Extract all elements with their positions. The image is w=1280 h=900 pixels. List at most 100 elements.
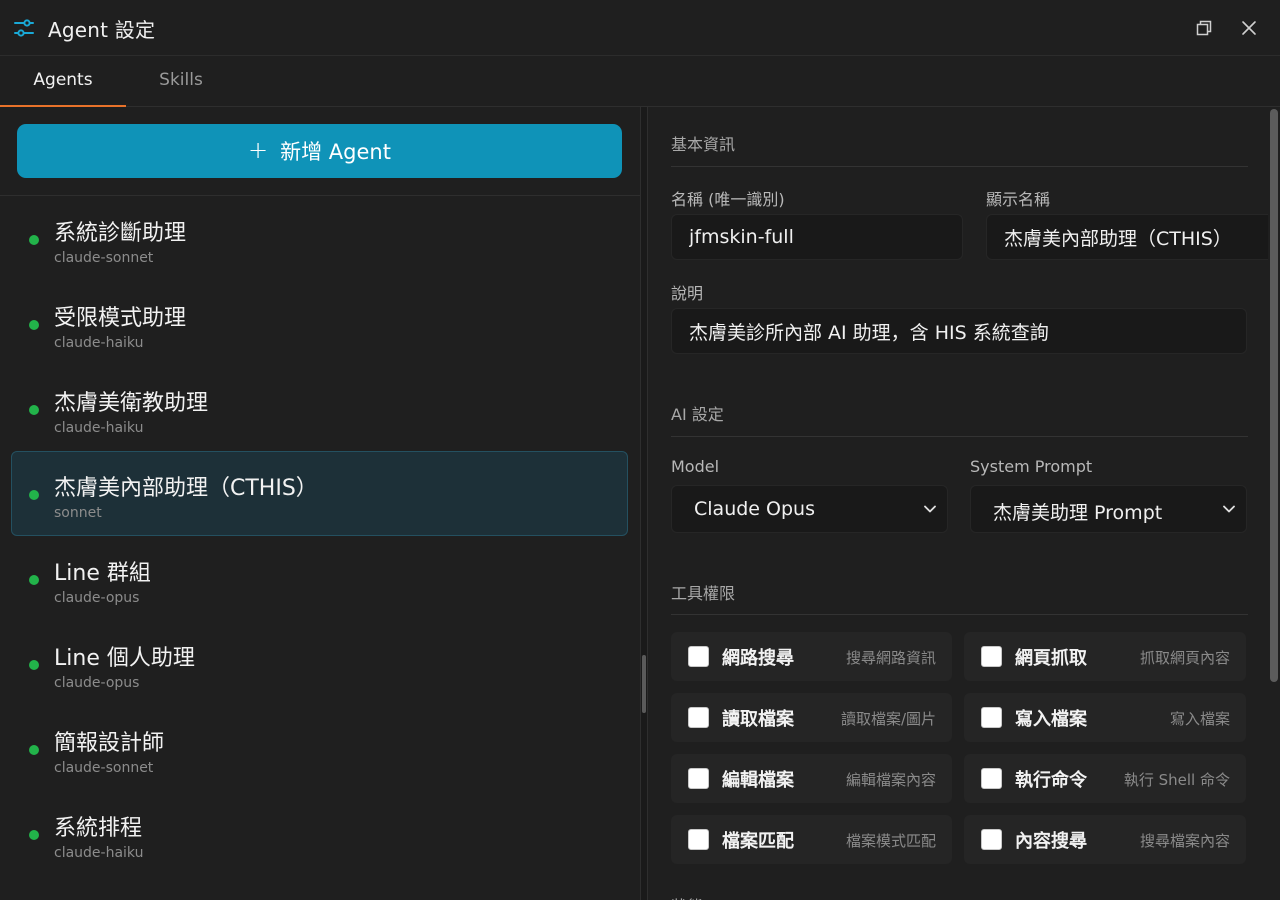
agent-model: claude-opus [54, 675, 140, 691]
section-title-basic: 基本資訊 [671, 135, 736, 154]
window-restore-icon [1196, 20, 1212, 36]
scrollbar[interactable] [1268, 107, 1280, 900]
system-prompt-select[interactable]: 杰膚美助理 Prompt [970, 485, 1247, 533]
chevron-down-icon [924, 505, 936, 513]
model-select[interactable]: Claude Opus [671, 485, 948, 533]
model-label: Model [671, 457, 720, 476]
status-dot [29, 575, 39, 585]
agent-detail-panel: 基本資訊 名稱 (唯一識別) 顯示名稱 說明 AI 設定 Model Claud… [648, 107, 1268, 900]
title-bar: Agent 設定 [0, 0, 1280, 56]
name-label: 名稱 (唯一識別) [671, 190, 785, 209]
tool-name: 檔案匹配 [722, 831, 794, 852]
section-title-tools: 工具權限 [671, 584, 736, 603]
splitter-handle[interactable] [642, 655, 646, 713]
tool-description: 執行 Shell 命令 [1123, 771, 1230, 789]
status-dot [29, 745, 39, 755]
tool-permission-item[interactable]: 網路搜尋 搜尋網路資訊 [671, 632, 952, 681]
agent-name: 杰膚美衛教助理 [54, 391, 209, 416]
agent-name: Line 群組 [54, 561, 151, 586]
status-dot [29, 320, 39, 330]
tool-description: 抓取網頁內容 [1139, 649, 1230, 667]
window-title: Agent 設定 [48, 18, 156, 42]
window-close-button[interactable] [1235, 14, 1263, 42]
tool-description: 讀取檔案/圖片 [840, 710, 936, 728]
sliders-icon [14, 19, 34, 37]
agent-model: claude-sonnet [54, 250, 154, 266]
status-dot [29, 235, 39, 245]
description-input[interactable] [671, 308, 1247, 354]
tool-permission-item[interactable]: 內容搜尋 搜尋檔案內容 [964, 815, 1246, 864]
status-dot [29, 660, 39, 670]
status-dot [29, 830, 39, 840]
tool-permission-item[interactable]: 網頁抓取 抓取網頁內容 [964, 632, 1246, 681]
agent-list-panel: + 新增 Agent 系統診斷助理 claude-sonnet 受限模式助理 clau… [0, 107, 640, 900]
agent-list-item[interactable]: 簡報設計師 claude-sonnet [11, 706, 628, 791]
display-name-input[interactable] [986, 214, 1268, 260]
section-divider [671, 166, 1248, 167]
tool-name: 內容搜尋 [1015, 831, 1087, 852]
agent-list-item[interactable]: 杰膚美衛教助理 claude-haiku [11, 366, 628, 451]
status-dot [29, 490, 39, 500]
add-agent-button[interactable]: + 新增 Agent [17, 124, 622, 178]
close-icon [1242, 21, 1256, 35]
agent-model: claude-sonnet [54, 760, 154, 776]
tool-checkbox[interactable] [981, 707, 1002, 728]
section-title-status: 狀態 [671, 893, 703, 900]
tool-name: 網頁抓取 [1015, 648, 1087, 669]
agent-list-item[interactable]: Line 群組 claude-opus [11, 536, 628, 621]
tool-permission-item[interactable]: 執行命令 執行 Shell 命令 [964, 754, 1246, 803]
agent-list-item[interactable]: 系統診斷助理 claude-sonnet [11, 196, 628, 281]
agent-list: 系統診斷助理 claude-sonnet 受限模式助理 claude-haiku 杰膚美… [0, 196, 640, 876]
tool-name: 編輯檔案 [722, 770, 794, 791]
panel-splitter[interactable] [640, 107, 648, 900]
tool-name: 讀取檔案 [722, 709, 794, 730]
tool-checkbox[interactable] [688, 768, 709, 789]
agent-list-item[interactable]: 受限模式助理 claude-haiku [11, 281, 628, 366]
tab-bar: Agents Skills [0, 56, 1280, 107]
add-agent-label: 新增 Agent [280, 140, 391, 164]
section-divider [671, 614, 1248, 615]
plus-icon: + [248, 135, 269, 164]
tool-description: 寫入檔案 [1169, 710, 1230, 728]
tool-checkbox[interactable] [981, 646, 1002, 667]
section-divider [671, 436, 1248, 437]
tool-permission-item[interactable]: 讀取檔案 讀取檔案/圖片 [671, 693, 952, 742]
agent-name: 簡報設計師 [54, 731, 165, 756]
status-dot [29, 405, 39, 415]
tool-checkbox[interactable] [981, 768, 1002, 789]
agent-list-item[interactable]: 系統排程 claude-haiku [11, 791, 628, 876]
system-prompt-select-value: 杰膚美助理 Prompt [993, 502, 1163, 524]
tool-description: 編輯檔案內容 [845, 771, 936, 789]
tool-checkbox[interactable] [981, 829, 1002, 850]
agent-name: 受限模式助理 [54, 306, 187, 331]
agent-name: 杰膚美內部助理（CTHIS） [54, 476, 318, 501]
tool-description: 搜尋檔案內容 [1139, 832, 1230, 850]
agent-name: 系統診斷助理 [54, 221, 187, 246]
agent-list-item[interactable]: Line 個人助理 claude-opus [11, 621, 628, 706]
tool-permission-item[interactable]: 檔案匹配 檔案模式匹配 [671, 815, 952, 864]
window-restore-button[interactable] [1190, 14, 1218, 42]
agent-model: claude-haiku [54, 335, 144, 351]
tool-checkbox[interactable] [688, 829, 709, 850]
scrollbar-thumb[interactable] [1270, 109, 1278, 682]
description-label: 說明 [671, 284, 704, 303]
name-input[interactable] [671, 214, 963, 260]
model-select-value: Claude Opus [694, 498, 815, 520]
section-title-ai: AI 設定 [671, 405, 724, 424]
tool-permission-item[interactable]: 編輯檔案 編輯檔案內容 [671, 754, 952, 803]
tool-permission-item[interactable]: 寫入檔案 寫入檔案 [964, 693, 1246, 742]
agent-model: claude-haiku [54, 420, 144, 436]
chevron-down-icon [1223, 505, 1235, 513]
agent-list-item[interactable]: 杰膚美內部助理（CTHIS） sonnet [11, 451, 628, 536]
tool-name: 執行命令 [1015, 770, 1087, 791]
tab-agents[interactable]: Agents [0, 56, 126, 107]
agent-name: 系統排程 [54, 816, 143, 841]
tool-checkbox[interactable] [688, 707, 709, 728]
tab-skills[interactable]: Skills [126, 56, 236, 107]
tool-description: 搜尋網路資訊 [845, 649, 936, 667]
tool-name: 網路搜尋 [722, 648, 794, 669]
agent-model: sonnet [54, 505, 102, 521]
system-prompt-label: System Prompt [970, 457, 1093, 476]
agent-model: claude-opus [54, 590, 140, 606]
tool-checkbox[interactable] [688, 646, 709, 667]
